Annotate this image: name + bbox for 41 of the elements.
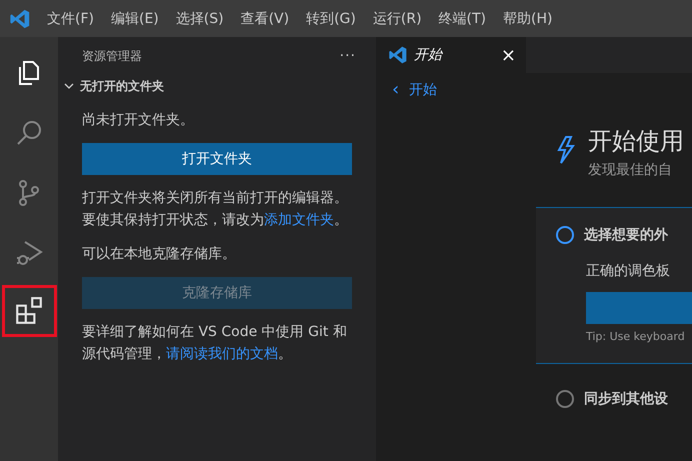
radio-circle-icon	[556, 390, 574, 408]
menu-item[interactable]: 文件(F)	[47, 10, 94, 28]
editor-tab[interactable]: 开始 ×	[376, 37, 526, 73]
tab-label: 开始	[414, 46, 444, 64]
step-card[interactable]: 选择想要的外 正确的调色板 Tip: Use keyboard	[536, 207, 692, 364]
step-description: 正确的调色板	[586, 262, 671, 280]
code-editor-logo-icon	[388, 45, 408, 65]
menu-item[interactable]: 运行(R)	[372, 10, 422, 28]
step-title: 选择想要的外	[584, 226, 668, 244]
step-row[interactable]: 同步到其他设	[536, 378, 692, 408]
highlight-frame[interactable]	[2, 285, 56, 337]
menu-item[interactable]: 终端(T)	[438, 10, 486, 28]
panel-title: 资源管理器	[82, 48, 142, 64]
paragraph: 要详细了解如何在 VS Code 中使用 Git 和源代码管理，请阅读我们的文档。	[82, 323, 348, 364]
walkthrough-title: 开始使用	[588, 126, 684, 157]
walkthrough-subtitle: 发现最佳的自	[588, 161, 673, 179]
link[interactable]: 添加文件夹	[264, 212, 334, 228]
primary-button[interactable]: 打开文件夹	[82, 143, 352, 175]
code-editor-logo-icon	[9, 8, 31, 30]
section-title: 无打开的文件夹	[80, 78, 164, 94]
menu-item[interactable]: 选择(S)	[176, 10, 224, 28]
lightning-icon	[556, 135, 576, 165]
menu-item[interactable]: 帮助(H)	[503, 10, 552, 28]
paragraph: 打开文件夹将关闭所有当前打开的编辑器。要使其保持打开状态，请改为添加文件夹。	[82, 189, 349, 230]
chevron-icon	[64, 81, 74, 91]
close-button[interactable]: ×	[500, 44, 516, 66]
back-link[interactable]: ‹ 开始	[376, 73, 692, 99]
section-header[interactable]: 无打开的文件夹	[58, 75, 376, 97]
paragraph: 尚未打开文件夹。	[82, 111, 195, 130]
step-title: 同步到其他设	[584, 390, 668, 408]
extensions-icon	[14, 296, 44, 326]
run-debug-icon	[15, 239, 43, 267]
menu-item[interactable]: 编辑(E)	[110, 10, 159, 28]
paragraph: 可以在本地克隆存储库。	[82, 245, 237, 264]
link[interactable]: 请阅读我们的文档	[166, 346, 278, 362]
radio-circle-icon	[556, 226, 574, 244]
tip-text: Tip: Use keyboard	[586, 330, 686, 343]
menu-item[interactable]: 查看(V)	[240, 10, 290, 28]
more-actions-button[interactable]: ···	[340, 48, 356, 64]
menu-item[interactable]: 转到(G)	[306, 10, 356, 28]
search-icon	[15, 119, 43, 147]
